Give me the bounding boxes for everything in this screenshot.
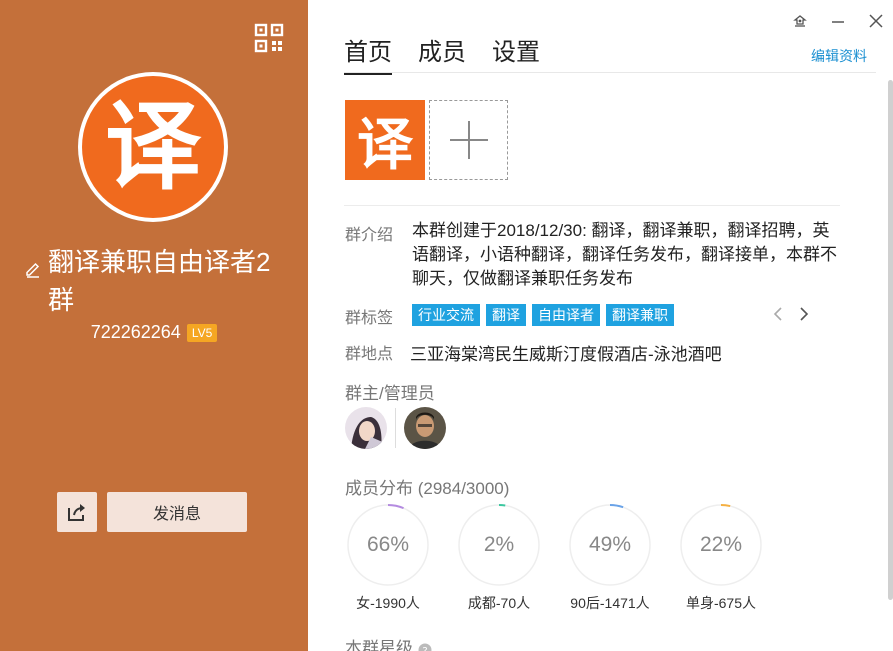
chevron-right-icon[interactable] <box>796 303 812 325</box>
star-title-text: 本群星级 <box>345 639 413 651</box>
section-divider <box>344 205 840 206</box>
tab-members[interactable]: 成员 <box>418 32 466 75</box>
svg-text:?: ? <box>422 646 427 651</box>
edit-pencil-icon[interactable] <box>24 251 42 278</box>
stat-ring: 22% <box>679 503 763 587</box>
stat-percent: 22% <box>699 533 743 556</box>
distribution-title: 成员分布 (2984/3000) <box>345 474 509 499</box>
stat-label: 90后-1471人 <box>570 595 650 611</box>
tag-item[interactable]: 自由译者 <box>532 304 600 326</box>
tag-list: 行业交流 翻译 自由译者 翻译兼职 <box>412 304 674 326</box>
distribution-count: (2984/3000) <box>417 479 510 498</box>
pin-icon[interactable] <box>789 10 811 32</box>
stat-label: 女-1990人 <box>356 595 420 611</box>
window-controls <box>789 10 887 32</box>
admins-title: 群主/管理员 <box>345 384 435 403</box>
plus-icon <box>449 121 488 159</box>
level-badge: LV5 <box>186 323 218 342</box>
tab-divider <box>344 72 876 73</box>
owner-avatar[interactable] <box>345 407 387 449</box>
tag-item[interactable]: 行业交流 <box>412 304 480 326</box>
stat-single[interactable]: 22% 单身-675人 <box>679 503 763 613</box>
stat-gender[interactable]: 66% 女-1990人 <box>346 503 430 613</box>
admin-avatar[interactable] <box>404 407 446 449</box>
add-photo-button[interactable] <box>429 100 508 180</box>
stat-ring: 49% <box>568 503 652 587</box>
group-detail-panel: 首页 成员 设置 编辑资料 译 群介绍 本群创建于2018/12/30: 翻译，… <box>308 0 893 651</box>
group-avatar[interactable]: 译 <box>78 72 228 222</box>
tags-label: 群标签 <box>345 310 394 327</box>
stat-ring: 66% <box>346 503 430 587</box>
star-title: 本群星级 ? <box>345 634 432 651</box>
intro-text: 本群创建于2018/12/30: 翻译，翻译兼职，翻译招聘，英语翻译，小语种翻译… <box>412 221 837 288</box>
distribution-title-text: 成员分布 <box>345 479 413 498</box>
minimize-icon[interactable] <box>827 10 849 32</box>
location-label: 群地点 <box>345 346 394 363</box>
chevron-left-icon[interactable] <box>770 303 786 325</box>
send-message-button[interactable]: 发消息 <box>107 492 247 532</box>
group-summary-panel: 译 翻译兼职自由译者2群 722262264 LV5 发消息 <box>0 0 308 651</box>
group-id: 722262264 <box>90 322 181 342</box>
stat-ring: 2% <box>457 503 541 587</box>
share-button[interactable] <box>57 492 97 532</box>
group-name-row: 翻译兼职自由译者2群 <box>24 243 294 319</box>
share-icon <box>68 504 85 521</box>
tag-item[interactable]: 翻译 <box>486 304 526 326</box>
group-photo[interactable]: 译 <box>345 100 425 180</box>
tag-item[interactable]: 翻译兼职 <box>606 304 674 326</box>
group-avatar-char: 译 <box>82 76 224 218</box>
stat-age[interactable]: 49% 90后-1471人 <box>568 503 652 613</box>
stat-label: 单身-675人 <box>685 595 757 611</box>
scrollbar[interactable] <box>888 80 893 600</box>
admin-separator <box>395 408 396 448</box>
group-name: 翻译兼职自由译者2群 <box>48 247 271 315</box>
stat-percent: 2% <box>483 533 515 556</box>
admin-list <box>345 407 446 449</box>
help-icon[interactable]: ? <box>418 643 432 651</box>
tab-settings[interactable]: 设置 <box>492 32 540 75</box>
intro-label: 群介绍 <box>345 227 394 244</box>
tab-home[interactable]: 首页 <box>344 32 392 75</box>
stat-region[interactable]: 2% 成都-70人 <box>457 503 541 613</box>
qr-code-icon[interactable] <box>254 23 284 53</box>
tab-bar: 首页 成员 设置 <box>344 32 540 75</box>
stat-label: 成都-70人 <box>467 595 531 611</box>
stat-percent: 66% <box>366 533 410 556</box>
group-profile-window: 译 翻译兼职自由译者2群 722262264 LV5 发消息 首页 成员 设置 … <box>0 0 893 651</box>
stat-percent: 49% <box>588 533 632 556</box>
close-icon[interactable] <box>865 10 887 32</box>
edit-profile-link[interactable]: 编辑资料 <box>811 46 867 66</box>
tag-nav <box>770 303 812 325</box>
location-text: 三亚海棠湾民生威斯汀度假酒店-泳池酒吧 <box>410 345 722 364</box>
group-id-row: 722262264 LV5 <box>0 322 308 343</box>
distribution-stats: 66% 女-1990人 2% 成都-70人 49% 90后-1471人 22% … <box>346 503 763 613</box>
